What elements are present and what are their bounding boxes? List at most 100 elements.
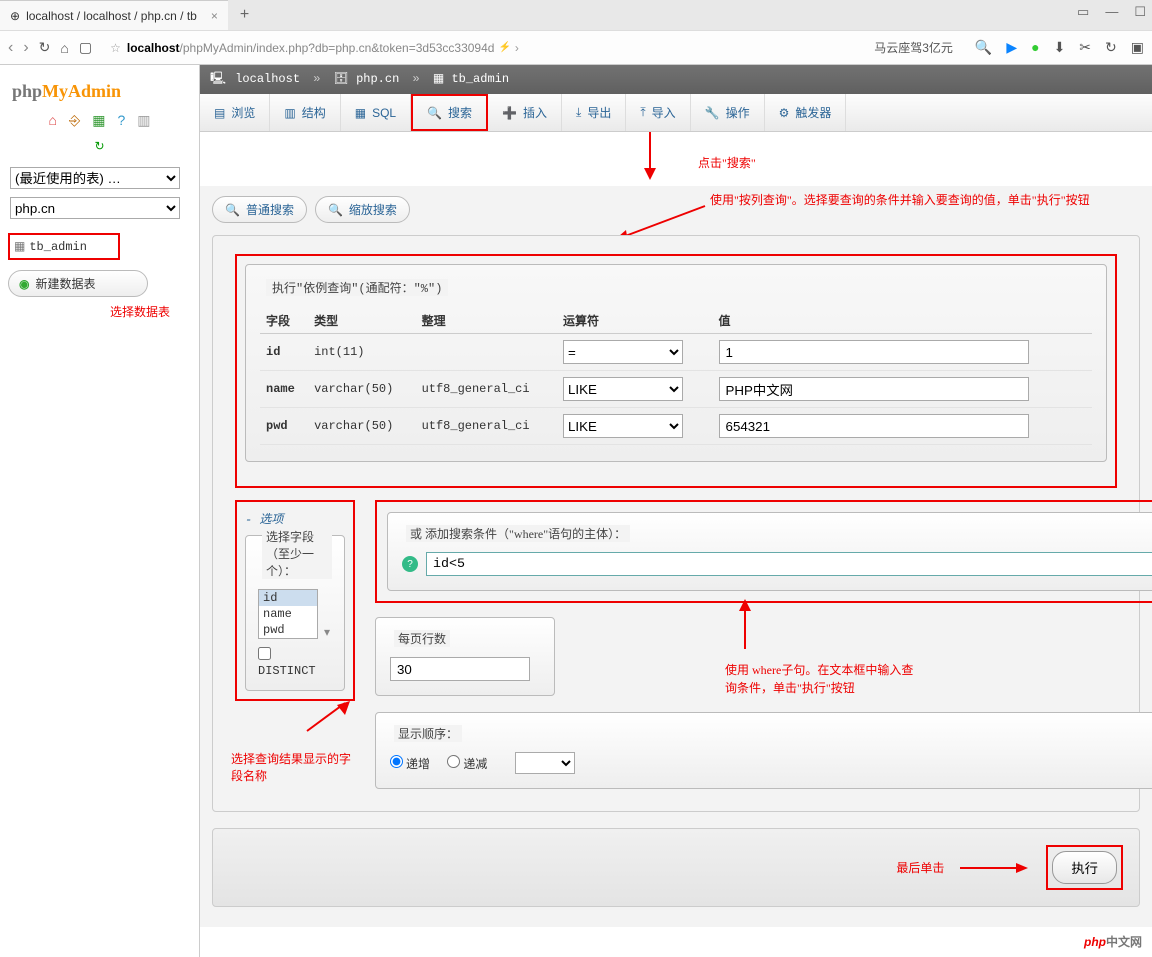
sidebar-table-item[interactable]: ▦ tb_admin [8,233,120,260]
cell-type: int(11) [308,334,415,371]
tab-browse[interactable]: ▤浏览 [200,94,270,131]
sidebar: phpMyAdmin ⌂ ⎆ ▦ ? ▥ ↻ (最近使用的表) … php.cn… [0,65,200,957]
refresh-icon[interactable]: ↻ [1105,39,1117,56]
qbe-fieldset: 执行"依例查询"(通配符："%") 字段 类型 整理 运算符 值 idint(1… [245,264,1107,462]
wechat-icon[interactable]: ● [1031,39,1039,56]
options-highlight: - 选项 选择字段（至少一个）： id name pwd ▾ [235,500,355,701]
export-icon: ⤓ [576,105,581,120]
subtab-normal-search[interactable]: 🔍普通搜索 [212,196,307,223]
operator-select[interactable]: LIKE [563,414,683,438]
bookmark-star-icon[interactable]: ☆ [110,41,121,55]
logo: phpMyAdmin [12,81,191,102]
help-icon[interactable]: ? [117,112,125,129]
distinct-label: DISTINCT [258,664,316,678]
new-table-button[interactable]: ◉ 新建数据表 [8,270,148,297]
value-input[interactable] [719,340,1029,364]
exit-icon[interactable]: ⎆ [69,112,80,129]
help-icon[interactable]: ? [402,556,418,572]
nav-forward-icon[interactable]: › [23,39,28,57]
browse-icon: ▤ [214,106,225,120]
tab-sql[interactable]: ▦SQL [341,94,411,131]
breadcrumb-table[interactable]: tb_admin [451,72,509,86]
annotation-arrow-search: 点击"搜索" [200,132,1152,186]
tab-operations[interactable]: 🔧操作 [691,94,765,131]
annotation-final-click: 最后单击 [896,859,944,876]
where-fieldset: 或 添加搜索条件（"where"语句的主体）： ? [387,512,1152,591]
options-link[interactable]: - 选项 [245,510,345,527]
tab-close-icon[interactable]: × [211,9,218,23]
tab-insert[interactable]: ➕插入 [488,94,562,131]
browser-tab[interactable]: ⊕ localhost / localhost / php.cn / tb × [0,0,228,30]
table-icon: ▦ [14,239,25,254]
database-select[interactable]: php.cn [10,197,180,219]
save-page-icon[interactable]: ▣ [1131,39,1144,56]
value-input[interactable] [719,377,1029,401]
annotation-field-names: 选择查询结果显示的字段名称 [231,750,355,784]
sql-run-icon[interactable]: ▦ [92,112,105,129]
cell-field: name [260,371,308,408]
url-bar[interactable]: ☆ localhost/phpMyAdmin/index.php?db=php.… [102,36,864,60]
search-panel: 执行"依例查询"(通配符："%") 字段 类型 整理 运算符 值 idint(1… [212,235,1140,812]
value-input[interactable] [719,414,1029,438]
annotation-arrow-fields [235,701,355,744]
th-value: 值 [713,308,1092,334]
order-asc[interactable]: 递增 [390,757,430,771]
execute-button[interactable]: 执行 [1052,851,1117,884]
home-icon[interactable]: ⌂ [60,40,68,56]
operator-select[interactable]: = [563,340,683,364]
recent-tables-select[interactable]: (最近使用的表) … [10,167,180,189]
new-tab-button[interactable]: + [228,6,261,24]
field-multiselect[interactable]: id name pwd [258,589,318,639]
plus-icon: ◉ [19,277,29,291]
cell-field: pwd [260,408,308,445]
window-restore-icon[interactable]: ▭ [1077,4,1089,20]
search-icon[interactable]: 🔍 [975,39,992,56]
rows-per-page-input[interactable] [390,657,530,681]
chevron-down-icon[interactable]: ▾ [324,625,330,639]
cell-collation: utf8_general_ci [416,408,557,445]
chevron-right-icon[interactable]: › [515,41,519,55]
breadcrumb-server[interactable]: localhost [235,72,300,86]
new-table-label: 新建数据表 [35,275,95,292]
refresh-tree-icon[interactable]: ↻ [94,139,104,153]
tab-bar: ⊕ localhost / localhost / php.cn / tb × … [0,0,1152,30]
select-fields-fieldset: 选择字段（至少一个）： id name pwd ▾ [245,535,345,691]
scissors-icon[interactable]: ✂ [1079,39,1091,56]
order-desc[interactable]: 递减 [447,757,487,771]
field-option[interactable]: name [259,606,317,622]
nav-back-icon[interactable]: ‹ [8,39,13,57]
reload-icon[interactable]: ↻ [39,39,51,56]
order-column-select[interactable] [515,752,575,774]
tab-structure[interactable]: ▥结构 [270,94,340,131]
qbe-table: 字段 类型 整理 运算符 值 idint(11)=namevarchar(50)… [260,308,1092,445]
tab-triggers[interactable]: ⚙触发器 [765,94,847,131]
browser-rhs-icons: 🔍 ▶ ● ⬇ ✂ ↻ ▣ [975,39,1144,56]
reader-icon[interactable]: ▢ [79,39,92,56]
th-field: 字段 [260,308,308,334]
window-maximize-icon[interactable]: ☐ [1134,4,1146,20]
field-option[interactable]: id [259,590,317,606]
browser-toolbar: ‹ › ↻ ⌂ ▢ ☆ localhost/phpMyAdmin/index.p… [0,30,1152,64]
annotation-where: 使用 where子句。在文本框中输入查询条件，单击"执行"按钮 [725,661,925,697]
tab-export[interactable]: ⤓导出 [562,94,626,131]
doc-icon[interactable]: ▥ [137,112,150,129]
play-icon[interactable]: ▶ [1006,39,1017,56]
field-option[interactable]: pwd [259,622,317,638]
distinct-checkbox[interactable] [258,647,271,660]
operator-select[interactable]: LIKE [563,377,683,401]
download-icon[interactable]: ⬇ [1054,39,1066,56]
arrow-up-icon [715,599,775,659]
table-row: pwdvarchar(50)utf8_general_ciLIKE [260,408,1092,445]
tab-search[interactable]: 🔍搜索 [411,94,488,131]
breadcrumb: 🖳 localhost » 🗄 php.cn » ▦ tb_admin [200,65,1152,94]
breadcrumb-db[interactable]: php.cn [356,72,399,86]
brand-footer: php中文网 [1084,933,1142,950]
home-db-icon[interactable]: ⌂ [49,112,57,129]
th-operator: 运算符 [557,308,713,334]
arrow-right-icon [960,860,1030,876]
subtab-zoom-search[interactable]: 🔍缩放搜索 [315,196,410,223]
th-type: 类型 [308,308,415,334]
tab-import[interactable]: ⤒导入 [626,94,690,131]
where-input[interactable] [426,552,1152,576]
window-minimize-icon[interactable]: ― [1105,4,1118,20]
